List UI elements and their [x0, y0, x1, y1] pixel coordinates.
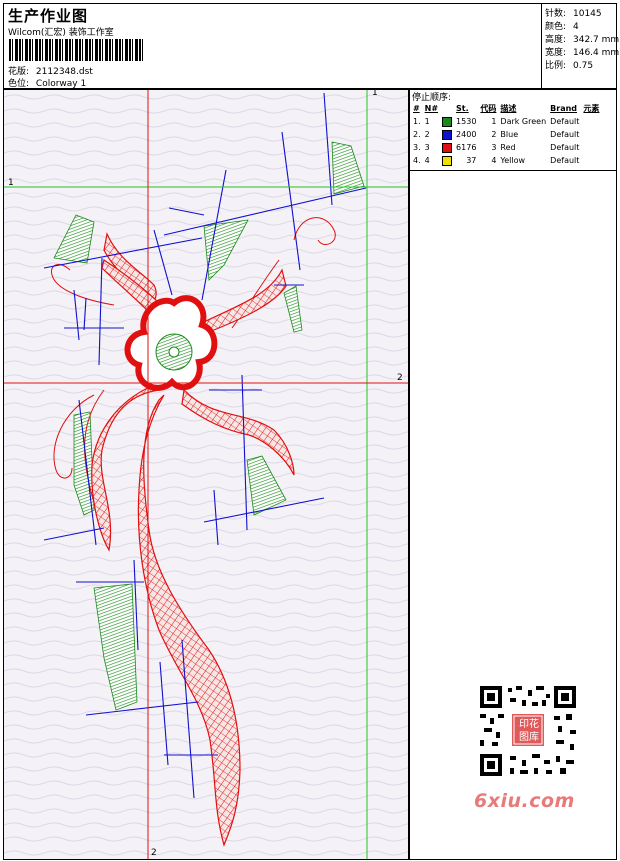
- color-swatch: [440, 128, 454, 141]
- col-brand: Brand: [550, 104, 578, 113]
- row-brand: Default: [550, 130, 580, 139]
- stat-height: 高度: 342.7 mm: [545, 35, 620, 45]
- colorway-row: 色位: Colorway 1: [8, 76, 86, 89]
- row-element: [581, 154, 601, 167]
- row-needle: 1: [424, 117, 430, 126]
- header-info: 生产作业图 Wilcom(汇宏) 装饰工作室 花版: 2112348.dst 色…: [4, 4, 540, 89]
- table-row[interactable]: 3. 3 6176 3 Red Default: [411, 141, 601, 154]
- row-stitches: 37: [466, 156, 477, 165]
- row-needle: 2: [424, 130, 430, 139]
- row-code: 2: [491, 130, 497, 139]
- row-stitches: 2400: [456, 130, 477, 139]
- color-swatch: [440, 115, 454, 128]
- row-brand: Default: [550, 117, 580, 126]
- guide-label-green-left: 1: [8, 178, 14, 188]
- color-swatch: [440, 141, 454, 154]
- stat-colors: 颜色: 4: [545, 22, 579, 32]
- thread-color-swatch: [442, 116, 453, 127]
- thread-color-swatch: [442, 129, 453, 140]
- row-element: [581, 141, 601, 154]
- header-panel: 生产作业图 Wilcom(汇宏) 装饰工作室 花版: 2112348.dst 色…: [3, 3, 620, 89]
- thread-color-swatch: [442, 155, 453, 166]
- row-stitches: 1530: [456, 117, 477, 126]
- row-element: [581, 128, 601, 141]
- col-swatch: [440, 102, 454, 115]
- row-description: Yellow: [500, 156, 526, 165]
- color-swatch: [440, 154, 454, 167]
- row-description: Dark Green: [500, 117, 547, 126]
- table-row[interactable]: 1. 1 1530 1 Dark Green Default: [411, 115, 601, 128]
- watermark-brand[interactable]: 6xiu.com: [474, 790, 575, 812]
- qr-seal-text: 印花图库: [519, 719, 539, 743]
- col-code: 代码: [480, 104, 497, 113]
- row-description: Blue: [500, 130, 519, 139]
- row-index: 4.: [413, 156, 421, 165]
- barcode-icon: [9, 39, 143, 61]
- guide-label-green-top: 1: [372, 89, 378, 98]
- row-element: [581, 115, 601, 128]
- stop-sequence-table: # N# St. 代码 描述 Brand 元素 1. 1 1530 1 Dark Gre…: [411, 102, 601, 167]
- col-index: #: [413, 104, 420, 113]
- table-row[interactable]: 2. 2 2400 2 Blue Default: [411, 128, 601, 141]
- row-code: 1: [491, 117, 497, 126]
- row-code: 4: [491, 156, 497, 165]
- col-element: 元素: [583, 104, 600, 113]
- col-needle: N#: [424, 104, 439, 113]
- row-code: 3: [491, 143, 497, 152]
- design-stats: 针数: 10145 颜色: 4 高度: 342.7 mm 宽度: 146.4 mm 比例…: [541, 4, 620, 88]
- row-needle: 4: [424, 156, 430, 165]
- stat-stitches: 针数: 10145: [545, 9, 602, 19]
- colorway-label: 色位:: [8, 79, 30, 89]
- thread-color-swatch: [442, 142, 453, 153]
- col-description: 描述: [500, 104, 517, 113]
- row-brand: Default: [550, 143, 580, 152]
- row-index: 3.: [413, 143, 421, 152]
- qr-code-icon: 印花图库: [470, 680, 586, 782]
- stat-width: 宽度: 146.4 mm: [545, 48, 620, 58]
- row-brand: Default: [550, 156, 580, 165]
- stat-scale: 比例: 0.75: [545, 61, 594, 71]
- embroidery-preview: [4, 90, 408, 859]
- col-stitches: St.: [456, 104, 469, 113]
- guide-label-red-bottom: 2: [151, 848, 157, 858]
- row-needle: 3: [424, 143, 430, 152]
- page-title: 生产作业图: [8, 7, 89, 25]
- row-index: 2.: [413, 130, 421, 139]
- colorway-value: Colorway 1: [35, 79, 87, 89]
- stop-sequence-header: 停止顺序: # N# St. 代码 描述 Brand 元素 1. 1 1530 1 Da…: [410, 90, 616, 171]
- guide-label-red-right: 2: [397, 373, 403, 383]
- row-description: Red: [500, 143, 516, 152]
- row-index: 1.: [413, 117, 421, 126]
- row-stitches: 6176: [456, 143, 477, 152]
- company-name: Wilcom(汇宏) 装饰工作室: [8, 28, 114, 38]
- design-canvas[interactable]: 1 1 2 2: [3, 89, 409, 860]
- table-row[interactable]: 4. 4 37 4 Yellow Default: [411, 154, 601, 167]
- table-header-row: # N# St. 代码 描述 Brand 元素: [411, 102, 601, 115]
